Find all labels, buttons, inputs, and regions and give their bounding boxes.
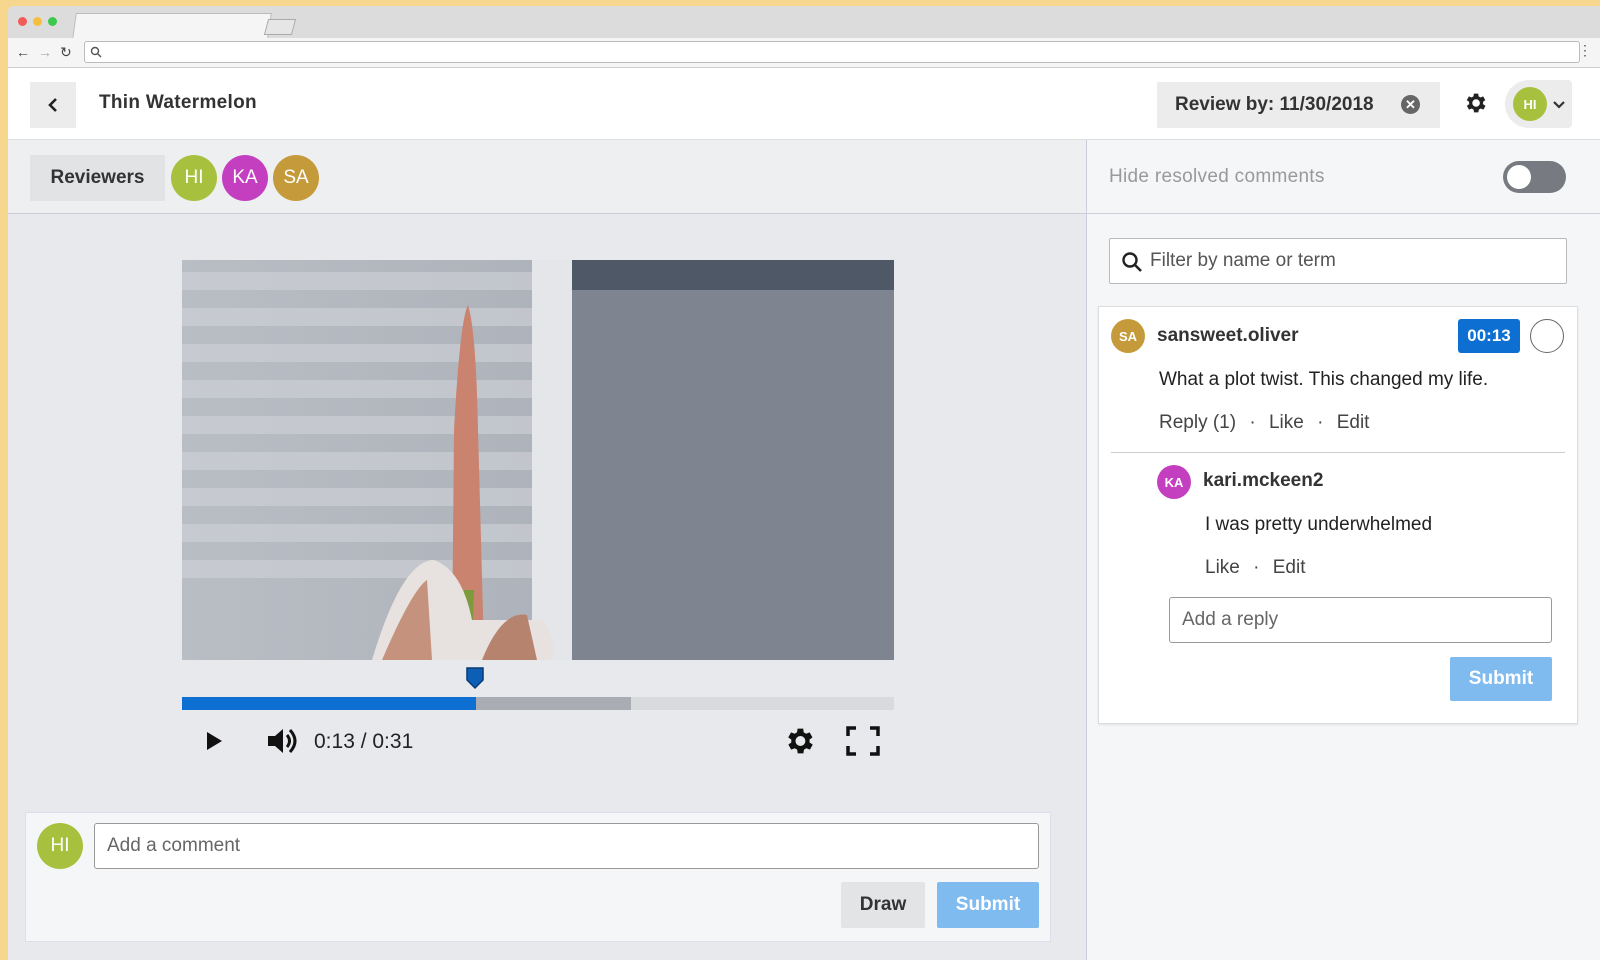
player-controls: 0:13 / 0:31 [182,720,894,766]
minimize-window-icon[interactable] [33,17,42,26]
time-display: 0:13 / 0:31 [314,730,414,753]
toggle-knob [1507,165,1531,189]
reviewers-button[interactable]: Reviewers [30,155,165,201]
reply-avatar-ka: KA [1157,465,1191,499]
app-header: Thin Watermelon Review by: 11/30/2018 ✕ … [8,68,1600,140]
reply-author[interactable]: kari.mckeen2 [1203,470,1323,492]
chevron-left-icon [48,98,57,112]
hide-resolved-bar: Hide resolved comments [1087,140,1600,214]
playhead-marker-icon[interactable] [465,666,485,690]
filter-placeholder: Filter by name or term [1150,250,1336,271]
reload-icon[interactable]: ↻ [60,42,72,62]
reply-input[interactable]: Add a reply [1169,597,1552,643]
address-bar[interactable] [84,41,1580,63]
chevron-down-icon [1553,101,1565,109]
close-window-icon[interactable] [18,17,27,26]
browser-forward-icon[interactable]: → [38,42,52,62]
new-tab-button[interactable] [263,19,297,35]
reply-edit-link[interactable]: Edit [1273,557,1306,578]
comments-sidebar: Hide resolved comments Filter by name or… [1086,140,1600,960]
filter-input[interactable]: Filter by name or term [1109,238,1567,284]
comment-actions: Reply (1) · Like · Edit [1159,412,1369,434]
reply-text: I was pretty underwhelmed [1205,514,1433,535]
reviewer-avatar-sa[interactable]: SA [273,155,319,201]
action-separator: · [1317,412,1324,433]
comment-input[interactable]: Add a comment [94,823,1039,869]
review-by-chip[interactable]: Review by: 11/30/2018 ✕ [1157,82,1440,128]
reply-actions: Like · Edit [1205,557,1306,579]
comment-thread-card: SA sansweet.oliver 00:13 What a plot twi… [1098,306,1578,724]
user-menu[interactable]: HI [1505,80,1572,128]
browser-tab[interactable] [72,13,272,39]
volume-icon[interactable] [266,726,302,756]
timestamp-badge[interactable]: 00:13 [1458,319,1520,353]
user-avatar: HI [1513,87,1547,121]
browser-navbar: ← → ↻ ⋮ [8,38,1600,68]
resolve-checkbox[interactable] [1530,319,1564,353]
video-still [182,260,894,660]
new-comment-box: HI Add a comment Draw Submit [25,812,1051,942]
fullscreen-icon[interactable] [846,726,880,756]
draw-button[interactable]: Draw [841,882,925,928]
search-icon [1122,252,1142,272]
action-separator: · [1253,557,1260,578]
player-settings-gear-icon[interactable] [782,724,816,758]
comment-avatar-sa: SA [1111,319,1145,353]
reviewer-avatar-ka[interactable]: KA [222,155,268,201]
review-by-label: Review by: 11/30/2018 [1175,94,1374,115]
reply-submit-button[interactable]: Submit [1450,657,1552,701]
thread-divider [1111,452,1565,453]
play-icon[interactable] [204,730,224,752]
browser-tab-strip [8,6,1600,39]
action-separator: · [1249,412,1256,433]
reply-link[interactable]: Reply (1) [1159,412,1236,433]
settings-gear-icon[interactable] [1462,90,1488,116]
comment-text: What a plot twist. This changed my life. [1159,369,1489,390]
like-link[interactable]: Like [1269,412,1304,433]
reviewer-avatar-hi[interactable]: HI [171,155,217,201]
edit-link[interactable]: Edit [1337,412,1370,433]
video-pane: Reviewers HI KA SA 0:13 / 0:31 HI Add a … [8,140,1086,960]
comment-author-avatar: HI [37,823,83,869]
video-frame[interactable] [182,260,894,660]
hide-resolved-toggle[interactable] [1503,161,1566,193]
clear-date-icon[interactable]: ✕ [1401,95,1420,114]
reply-like-link[interactable]: Like [1205,557,1240,578]
search-icon [90,46,102,58]
browser-window: ← → ↻ ⋮ Thin Watermelon Review by: 11/30… [8,6,1600,960]
maximize-window-icon[interactable] [48,17,57,26]
page-title: Thin Watermelon [99,92,257,113]
played-bar [182,697,477,710]
browser-back-icon[interactable]: ← [16,42,30,62]
back-button[interactable] [30,82,76,128]
browser-menu-icon[interactable]: ⋮ [1578,42,1592,59]
comment-author[interactable]: sansweet.oliver [1157,325,1299,347]
reviewers-bar: Reviewers HI KA SA [8,140,1086,214]
comment-submit-button[interactable]: Submit [937,882,1039,928]
hide-resolved-label: Hide resolved comments [1109,166,1325,187]
progress-track[interactable] [182,697,894,710]
